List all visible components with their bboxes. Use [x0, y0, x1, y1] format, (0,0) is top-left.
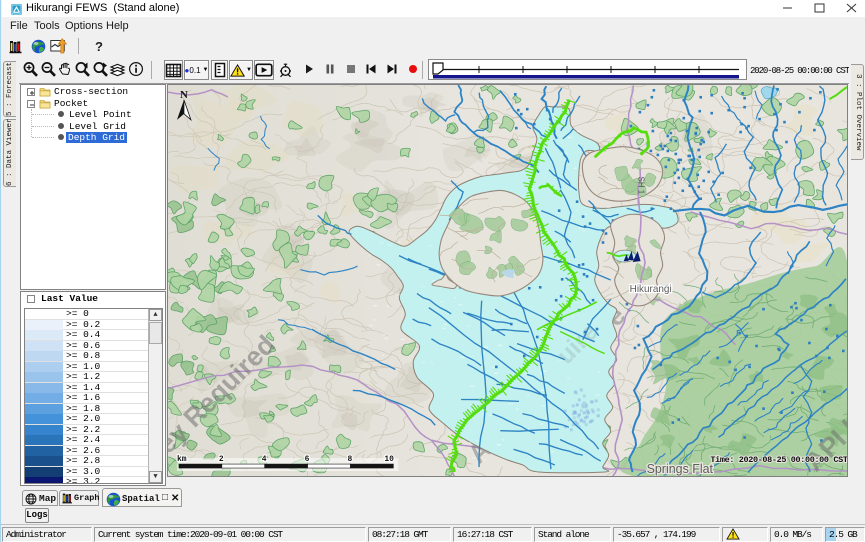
svg-text:2: 2	[219, 455, 224, 464]
svg-text:Springs Flat: Springs Flat	[647, 462, 714, 476]
svg-text:8: 8	[347, 455, 352, 464]
svg-text:4: 4	[262, 455, 267, 464]
svg-text:Hikurangi: Hikurangi	[630, 284, 672, 295]
svg-text:N: N	[180, 89, 188, 101]
svg-text:6: 6	[305, 455, 310, 464]
svg-text:km: km	[177, 455, 187, 464]
svg-text:Time: 2020-08-25 00:00:00 CST: Time: 2020-08-25 00:00:00 CST	[710, 455, 847, 465]
svg-text:SH 1: SH 1	[637, 177, 646, 195]
svg-text:10: 10	[384, 455, 394, 464]
